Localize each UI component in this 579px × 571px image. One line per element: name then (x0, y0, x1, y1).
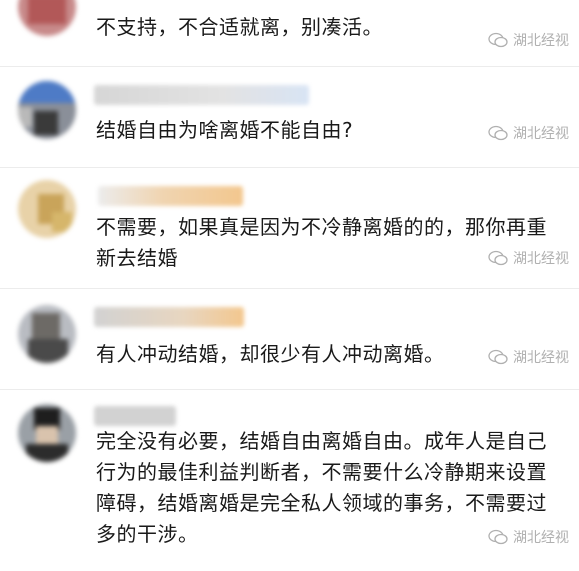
username[interactable] (94, 406, 176, 426)
comment-item: 不需要，如果真是因为不冷静离婚的的，那你再重新去结婚 湖北经视 (0, 168, 579, 289)
comment-item: 不支持，不合适就离，别凑活。 湖北经视 (0, 0, 579, 67)
avatar[interactable] (18, 404, 76, 462)
watermark: 湖北经视 (488, 30, 569, 50)
wechat-icon (488, 125, 508, 141)
watermark: 湖北经视 (488, 123, 569, 143)
comment-item: 完全没有必要，结婚自由离婚自由。成年人是自己行为的最佳利益判断者，不需要什么冷静… (0, 390, 579, 571)
watermark-label: 湖北经视 (513, 350, 569, 366)
watermark-label: 湖北经视 (513, 33, 569, 49)
comment-text: 有人冲动结婚，却很少有人冲动离婚。 (96, 342, 445, 366)
watermark: 湖北经视 (488, 347, 569, 367)
comment-text: 不需要，如果真是因为不冷静离婚的的，那你再重新去结婚 (96, 215, 547, 270)
avatar[interactable] (18, 180, 76, 238)
comment-item: 有人冲动结婚，却很少有人冲动离婚。 湖北经视 (0, 289, 579, 390)
wechat-icon (488, 529, 508, 545)
comment-text: 不支持，不合适就离，别凑活。 (96, 15, 383, 39)
wechat-icon (488, 32, 508, 48)
username[interactable] (98, 186, 243, 206)
avatar[interactable] (18, 81, 76, 139)
comment-item: 结婚自由为啥离婚不能自由? 湖北经视 (0, 67, 579, 168)
wechat-icon (488, 250, 508, 266)
watermark-label: 湖北经视 (513, 251, 569, 267)
avatar[interactable] (18, 305, 76, 363)
comment-text: 完全没有必要，结婚自由离婚自由。成年人是自己行为的最佳利益判断者，不需要什么冷静… (96, 429, 547, 546)
username[interactable] (94, 307, 244, 327)
watermark-label: 湖北经视 (513, 126, 569, 142)
watermark-label: 湖北经视 (513, 530, 569, 546)
avatar[interactable] (18, 0, 76, 36)
wechat-icon (488, 349, 508, 365)
username[interactable] (94, 85, 309, 105)
watermark: 湖北经视 (488, 527, 569, 547)
comment-text: 结婚自由为啥离婚不能自由? (96, 118, 354, 142)
watermark: 湖北经视 (488, 248, 569, 268)
